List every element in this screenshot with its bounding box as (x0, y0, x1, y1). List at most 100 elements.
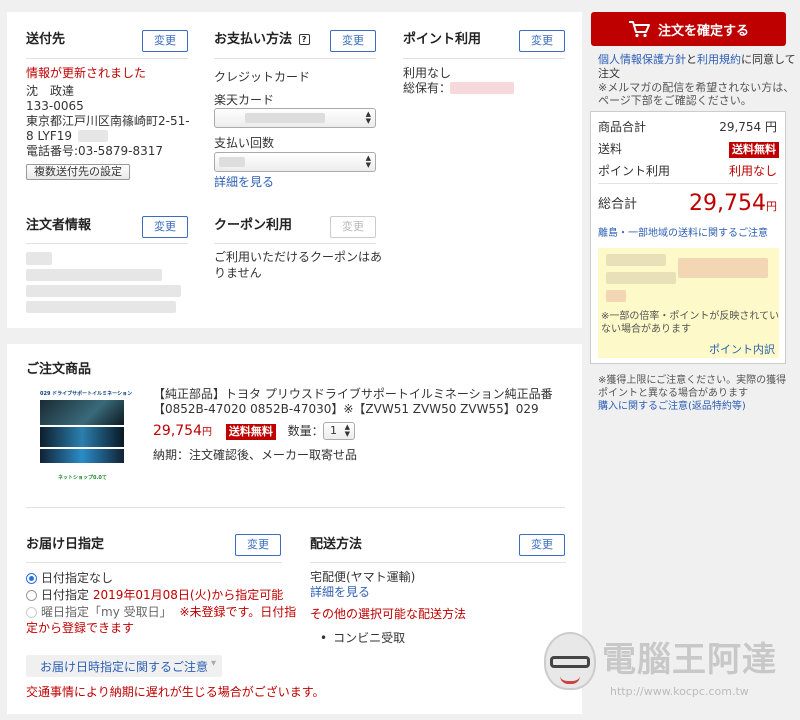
select-arrows-icon: ▲ ▼ (344, 423, 350, 438)
orderer-title: 注文者情報 (26, 218, 92, 233)
coupon-message-line1: ご利用いただけるクーポンはあ (214, 250, 383, 264)
quantity-select[interactable]: 1 ▲ ▼ (323, 422, 355, 440)
delivery-option-konbini-label: コンビニ受取 (333, 631, 406, 645)
order-info-panel: 送付先 変更 情報が更新されました 沈 政達 133-0065 東京都江戸川区南… (7, 12, 582, 328)
divider (26, 243, 188, 244)
radio-date-specify[interactable] (26, 590, 37, 601)
card-label: 楽天カード (214, 93, 275, 107)
traffic-notice: 交通事情により納期に遅れが生じる場合がございます。 (26, 685, 325, 699)
items-panel: ご注文商品 029 ドライブサポートイルミネーション ネットショップ0.0て 【… (7, 344, 582, 714)
points-holding-label: 総保有： (403, 81, 452, 95)
product-price-unit: 円 (202, 427, 212, 438)
redacted-points-info (606, 272, 676, 284)
product-image-photo (40, 400, 124, 425)
payment-details-link[interactable]: 詳細を見る (214, 174, 274, 190)
agreement-text-line2: 注文 (598, 67, 620, 80)
shipping-change-button[interactable]: 変更 (142, 30, 188, 52)
redacted-address (78, 130, 108, 142)
shipping-phone: 電話番号:03-5879-8317 (26, 144, 164, 158)
option-date-specify-label[interactable]: 日付指定 2019年01月08日(火)から指定可能 (41, 587, 283, 603)
radio-date-none[interactable] (26, 573, 37, 584)
mailmag-note-line2: ページ下部をご確認ください。 (598, 94, 752, 107)
shipping-address-line1: 東京都江戸川区南篠崎町2-51- (26, 114, 190, 128)
agreement-text: 個人情報保護方針と利用規約に同意して (598, 53, 796, 67)
delivery-date-change-button[interactable]: 変更 (235, 534, 281, 556)
option-weekday-warning: ※未登録です。日付指 (179, 605, 297, 619)
product-image[interactable]: 029 ドライブサポートイルミネーション ネットショップ0.0て (38, 386, 132, 486)
coupon-message-line2: りません (214, 266, 262, 280)
total-unit: 円 (766, 200, 777, 213)
points-change-button[interactable]: 変更 (519, 30, 565, 52)
points-box: ※一部の倍率・ポイントが反映されてい ない場合があります ポイント内訳 (598, 248, 779, 358)
chevron-down-icon: ▾ (210, 658, 216, 669)
select-arrows-icon: ▲ ▼ (365, 154, 371, 169)
subtotal-value: 29,754 円 (719, 120, 777, 134)
coupon-change-button: 変更 (330, 216, 376, 238)
agree-suffix: に同意して (741, 53, 796, 66)
delivery-method-change-button[interactable]: 変更 (519, 534, 565, 556)
orderer-change-button[interactable]: 変更 (142, 216, 188, 238)
option-date-none-label[interactable]: 日付指定なし (41, 570, 113, 586)
product-free-shipping-badge: 送料無料 (225, 424, 276, 440)
privacy-policy-link[interactable]: 個人情報保護方針 (598, 53, 686, 66)
remote-shipping-link[interactable]: 離島・一部地域の送料に関するご注意 (598, 226, 768, 242)
divider (214, 243, 376, 244)
shipping-fee-label: 送料 (598, 142, 623, 156)
installment-label: 支払い回数 (214, 136, 275, 150)
coupon-title: クーポン利用 (214, 218, 293, 233)
terms-link[interactable]: 利用規約 (697, 53, 741, 66)
total-label: 総合計 (598, 197, 638, 212)
points-usage: 利用なし (403, 66, 452, 80)
shipping-fee-value: 送料無料 (729, 141, 779, 158)
cart-icon (628, 21, 650, 38)
quantity-value: 1 (330, 424, 337, 437)
total-value: 29,754 (689, 191, 766, 216)
card-select[interactable]: ▲ ▼ (214, 108, 376, 128)
cap-note-line2: ポイントと異なる場合があります (598, 388, 748, 399)
product-price: 29,754 (153, 423, 202, 439)
delivery-carrier: 宅配便(ヤマト運輸) (310, 570, 416, 584)
option-weekday-warning-line2: 定から登録できます (26, 621, 135, 635)
confirm-order-button[interactable]: 注文を確定する (591, 12, 786, 46)
redacted-orderer-name (26, 252, 52, 265)
delivery-notice-button[interactable]: お届け日時指定に関するご注意 ▾ (26, 655, 222, 677)
payment-method: クレジットカード (214, 70, 311, 84)
order-summary: 商品合計 29,754 円 送料 送料無料 ポイント利用 利用なし 総合計 29… (590, 111, 786, 364)
shipping-updated-notice: 情報が更新されました (26, 66, 147, 80)
delivery-method-details-link[interactable]: 詳細を見る (310, 584, 370, 600)
product-name-line1[interactable]: 【純正部品】トヨタ プリウスドライブサポートイルミネーション純正品番 (153, 386, 553, 402)
radio-weekday (26, 607, 37, 618)
payment-title-text: お支払い方法 (214, 32, 293, 47)
free-shipping-badge: 送料無料 (729, 142, 779, 158)
shipping-name: 沈 政達 (26, 84, 75, 98)
delivery-other-options: その他の選択可能な配送方法 (310, 607, 467, 621)
purchase-notice-link[interactable]: 購入に関するご注意(返品特約等) (598, 400, 746, 413)
points-title: ポイント利用 (403, 32, 482, 47)
agree-and: と (686, 53, 697, 66)
payment-change-button[interactable]: 変更 (330, 30, 376, 52)
help-icon[interactable]: ? (298, 34, 310, 45)
points-detail-link[interactable]: ポイント内訳 (709, 342, 775, 358)
divider (26, 562, 282, 563)
delivery-method-title: 配送方法 (310, 537, 363, 552)
delivery-date-title: お届け日指定 (26, 537, 105, 552)
points-usage-label: ポイント利用 (598, 164, 671, 178)
redacted-points-info (606, 254, 666, 266)
mascot-icon (540, 632, 598, 694)
points-usage-value: 利用なし (728, 164, 777, 178)
delivery-option-konbini: • コンビニ受取 (310, 630, 405, 646)
multi-address-button[interactable]: 複数送付先の設定 (26, 164, 130, 180)
shipping-title: 送付先 (26, 32, 66, 47)
points-note-line2: ない場合があります (601, 324, 691, 335)
points-note-line1: ※一部の倍率・ポイントが反映されてい (601, 311, 780, 322)
product-name-line2[interactable]: 【0852B-47020 0852B-47030】※【ZVW51 ZVW50 Z… (153, 401, 539, 417)
watermark-url: http://www.kocpc.com.tw (610, 685, 749, 698)
product-image-footer: ネットショップ0.0て (58, 475, 107, 481)
help-icon-glyph: ? (301, 35, 307, 44)
redacted-installment (219, 157, 245, 167)
bullet-icon: • (320, 631, 328, 645)
redacted-points-info (678, 258, 768, 278)
select-arrows-icon: ▲ ▼ (365, 110, 371, 125)
shipping-postal: 133-0065 (26, 99, 84, 113)
installment-select[interactable]: ▲ ▼ (214, 152, 376, 172)
